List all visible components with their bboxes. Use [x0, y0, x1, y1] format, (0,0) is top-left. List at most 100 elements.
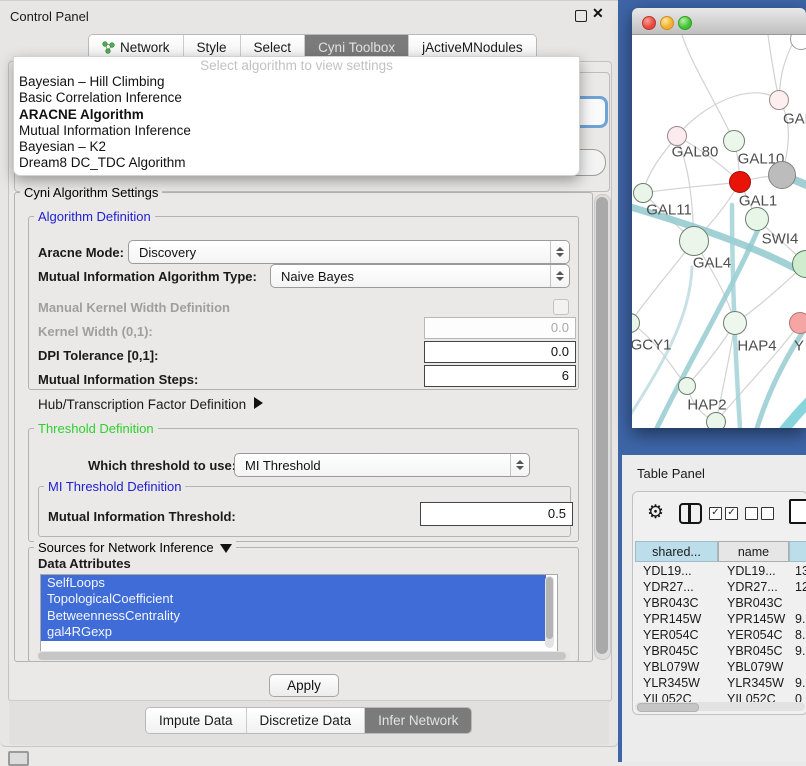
algorithm-option-dream8-dc-tdc-algorithm[interactable]: Dream8 DC_TDC Algorithm — [14, 155, 579, 171]
mi-threshold-input[interactable]: 0.5 — [420, 502, 573, 526]
attributes-scrollbar-thumb[interactable] — [546, 577, 553, 639]
network-node-hap2[interactable] — [678, 377, 696, 395]
network-node-gal4[interactable] — [679, 226, 709, 256]
node-table: ⚙ ✓ ✓ shared... name YDL19...YDL19...13Y… — [632, 491, 806, 715]
network-node-gal11[interactable] — [633, 183, 653, 203]
network-icon — [102, 41, 115, 54]
table-row-yer054c[interactable]: YER054CYER054C8. — [635, 627, 806, 643]
tab-impute-data[interactable]: Impute Data — [146, 708, 247, 733]
cell-c3: 12 — [795, 579, 806, 595]
bottom-tabs: Impute Data Discretize Data Infer Network — [145, 707, 472, 734]
tab-label: Impute Data — [159, 713, 233, 728]
data-attributes-list[interactable]: SelfLoopsTopologicalCoefficientBetweenne… — [40, 574, 558, 652]
cell-c3: 9. — [795, 643, 805, 659]
node-label-y: Y — [794, 338, 804, 355]
algorithm-option-bayesian-k2[interactable]: Bayesian – K2 — [14, 139, 579, 155]
network-node[interactable] — [790, 35, 806, 50]
tab-label: Cyni Toolbox — [318, 40, 395, 55]
manual-kernel-width-label: Manual Kernel Width Definition — [38, 300, 230, 315]
cell-c1: YER054C — [643, 627, 699, 643]
which-threshold-select[interactable]: MI Threshold — [234, 453, 530, 477]
close-window-icon[interactable]: ✕ — [592, 5, 604, 22]
column-header-name[interactable]: name — [718, 541, 789, 562]
table-row-ybr043c[interactable]: YBR043CYBR043C — [635, 595, 806, 611]
mi-algorithm-type-select[interactable]: Naive Bayes — [270, 264, 570, 288]
manual-kernel-width-checkbox[interactable] — [553, 299, 569, 315]
unchecked-column-icon[interactable] — [761, 507, 774, 520]
tab-label: Infer Network — [378, 713, 458, 728]
network-node-y[interactable] — [789, 312, 806, 334]
dpi-tolerance-label: DPI Tolerance [0,1]: — [38, 348, 158, 363]
mi-algorithm-type-value: Naive Bayes — [271, 269, 550, 284]
aracne-mode-label: Aracne Mode: — [38, 245, 124, 260]
network-node-gal[interactable] — [769, 90, 789, 110]
algorithm-option-basic-correlation-inference[interactable]: Basic Correlation Inference — [14, 90, 579, 106]
cell-c1: YIL052C — [643, 691, 692, 702]
data-attribute-selfloops[interactable]: SelfLoops — [41, 575, 546, 591]
dpi-tolerance-input[interactable]: 0.0 — [424, 341, 576, 363]
zoom-traffic-light-icon[interactable] — [678, 16, 692, 30]
column-header-clipped[interactable] — [789, 541, 806, 562]
minimize-traffic-light-icon[interactable] — [660, 16, 674, 30]
data-attribute-gal4rgexp[interactable]: gal4RGexp — [41, 624, 546, 640]
node-label-hap2: HAP2 — [687, 397, 726, 414]
algorithm-option-bayesian-hill-climbing[interactable]: Bayesian – Hill Climbing — [14, 74, 579, 90]
table-row-ypr145w[interactable]: YPR145WYPR145W9. — [635, 611, 806, 627]
algorithm-option-mutual-information-inference[interactable]: Mutual Information Inference — [14, 123, 579, 139]
network-node[interactable] — [706, 412, 726, 428]
node-label-gal80: GAL80 — [672, 144, 719, 161]
network-node-hap4[interactable] — [723, 311, 747, 335]
table-row-ydr27[interactable]: YDR27...YDR27...12 — [635, 579, 806, 595]
sources-hscrollbar-thumb[interactable] — [38, 652, 566, 660]
network-canvas[interactable]: GALGAL80GAL10GAL1SWI4GAL11GAL4GCY1HAP4YH… — [632, 35, 806, 428]
network-node-gal1[interactable] — [729, 171, 751, 193]
kernel-width-input[interactable]: 0.0 — [424, 317, 576, 339]
node-label-gal4: GAL4 — [693, 255, 731, 272]
table-row-ybr045c[interactable]: YBR045CYBR045C9. — [635, 643, 806, 659]
unchecked-column-icon[interactable] — [745, 507, 758, 520]
cell-c2: YBR045C — [727, 643, 783, 659]
algorithm-option-aracne-algorithm[interactable]: ARACNE Algorithm — [14, 107, 579, 123]
cell-c3: 0 — [795, 691, 802, 702]
file-icon[interactable] — [789, 499, 806, 524]
restore-panel-button[interactable] — [8, 751, 29, 766]
data-attribute-topologicalcoefficient[interactable]: TopologicalCoefficient — [41, 591, 546, 607]
aracne-mode-value: Discovery — [129, 245, 550, 260]
split-view-icon[interactable] — [679, 503, 702, 524]
table-panel-title: Table Panel — [637, 466, 705, 481]
node-label-swi4: SWI4 — [762, 231, 799, 248]
column-header-shared-name[interactable]: shared... — [635, 541, 718, 562]
tab-label: Select — [254, 40, 292, 55]
mi-steps-input[interactable]: 6 — [424, 365, 576, 387]
algorithm-dropdown-placeholder: Select algorithm to view settings — [14, 57, 579, 74]
network-nodes-layer: GALGAL80GAL10GAL1SWI4GAL11GAL4GCY1HAP4YH… — [632, 35, 806, 428]
close-traffic-light-icon[interactable] — [642, 16, 656, 30]
gear-icon[interactable]: ⚙ — [647, 501, 664, 524]
sources-toggle[interactable]: Sources for Network Inference — [34, 540, 236, 555]
network-node-swi4[interactable] — [745, 207, 769, 231]
cell-c1: YPR145W — [643, 611, 701, 627]
checked-column-icon[interactable]: ✓ — [725, 507, 738, 520]
table-hscrollbar-thumb[interactable] — [637, 703, 699, 712]
table-row-ybl079w[interactable]: YBL079WYBL079W — [635, 659, 806, 675]
table-rows: YDL19...YDL19...13YDR27...YDR27...12YBR0… — [635, 563, 806, 702]
table-row-yil052c[interactable]: YIL052CYIL052C0 — [635, 691, 806, 702]
table-row-ylr345w[interactable]: YLR345WYLR345W9. — [635, 675, 806, 691]
aracne-mode-select[interactable]: Discovery — [128, 240, 570, 264]
checked-column-icon[interactable]: ✓ — [709, 507, 722, 520]
cell-c2: YER054C — [727, 627, 783, 643]
algorithm-dropdown-items: Bayesian – Hill ClimbingBasic Correlatio… — [14, 74, 579, 172]
apply-button[interactable]: Apply — [269, 674, 339, 697]
settings-scrollbar-thumb[interactable] — [596, 197, 608, 654]
table-row-ydl19[interactable]: YDL19...YDL19...13 — [635, 563, 806, 579]
network-node[interactable] — [792, 250, 806, 278]
hub-definition-toggle[interactable]: Hub/Transcription Factor Definition — [38, 396, 263, 414]
data-attribute-betweennesscentrality[interactable]: BetweennessCentrality — [41, 608, 546, 624]
tab-discretize-data[interactable]: Discretize Data — [247, 708, 366, 733]
float-window-icon[interactable] — [575, 10, 587, 22]
network-node-gcy1[interactable] — [632, 313, 640, 333]
network-window-titlebar[interactable] — [632, 8, 806, 35]
network-node[interactable] — [768, 161, 796, 189]
network-node-gal10[interactable] — [723, 130, 745, 152]
tab-infer-network[interactable]: Infer Network — [365, 708, 471, 733]
